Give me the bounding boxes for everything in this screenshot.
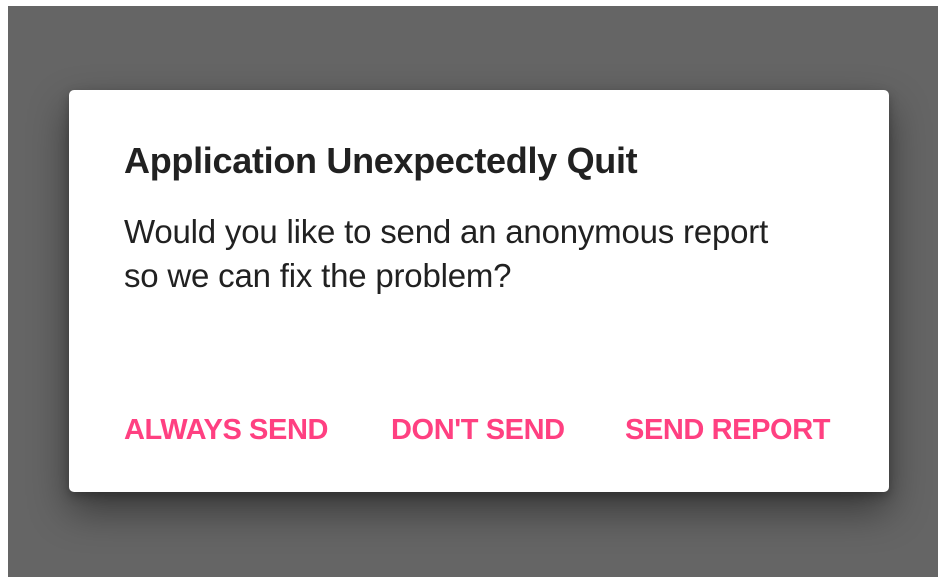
always-send-button[interactable]: ALWAYS SEND [124, 390, 328, 470]
dialog-actions: ALWAYS SEND DON'T SEND SEND REPORT [69, 390, 889, 470]
dialog-message: Would you like to send an anonymous repo… [124, 213, 769, 294]
crash-report-dialog: Application Unexpectedly Quit Would you … [69, 90, 889, 492]
dont-send-button[interactable]: DON'T SEND [391, 390, 565, 470]
send-report-button[interactable]: SEND REPORT [625, 390, 830, 470]
screen-scrim[interactable]: Application Unexpectedly Quit Would you … [8, 6, 938, 577]
dialog-title: Application Unexpectedly Quit [124, 140, 638, 181]
